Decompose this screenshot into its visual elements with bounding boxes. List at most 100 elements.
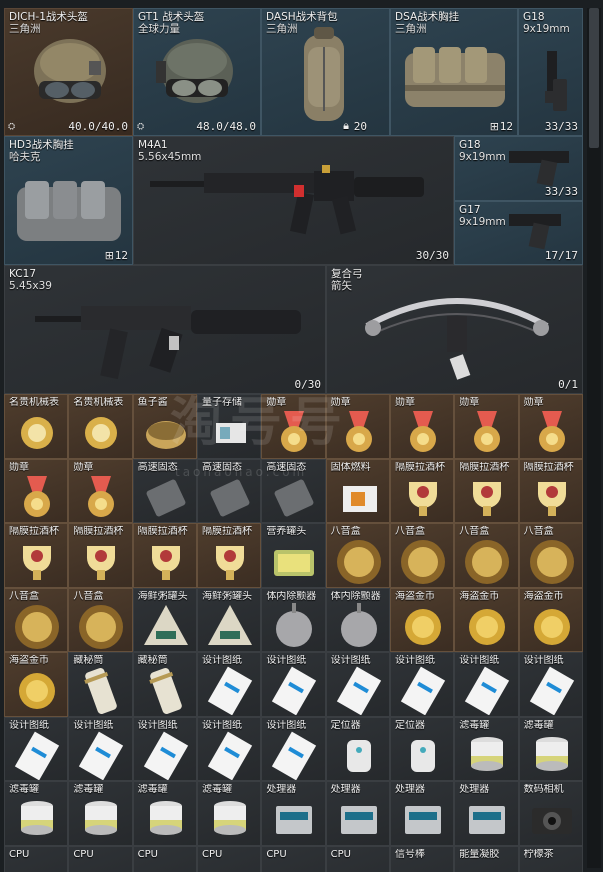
small-item[interactable]: 八音盒 — [4, 587, 69, 652]
small-item[interactable]: 八音盒 — [325, 523, 390, 588]
item-m4a1-rifle[interactable]: M4A1 5.56x45mm 30/30 — [133, 136, 454, 265]
small-item[interactable]: 设计图纸 — [261, 716, 326, 781]
small-item[interactable]: 滤毒罐 — [132, 781, 197, 846]
small-item[interactable]: 信号棒 — [389, 845, 455, 872]
small-item[interactable]: 名贵机械表 — [4, 394, 69, 459]
small-item[interactable]: 勋章 — [518, 394, 583, 459]
small-item[interactable]: 名贵机械表 — [68, 394, 133, 459]
small-item[interactable]: 设计图纸 — [518, 652, 583, 717]
small-item[interactable]: 勋章 — [389, 394, 455, 459]
small-item[interactable]: 能量凝胶 — [454, 845, 519, 872]
small-item[interactable]: 隔膜拉酒杯 — [518, 458, 583, 523]
small-item[interactable]: 隔膜拉酒杯 — [4, 523, 69, 588]
rifle-icon — [150, 165, 424, 235]
small-item[interactable]: CPU — [325, 845, 390, 872]
item-sub: 三角洲 — [266, 23, 298, 35]
small-item[interactable]: 固体燃料 — [325, 458, 390, 523]
small-item[interactable]: 高速固态 — [196, 458, 262, 523]
small-item[interactable]: 八音盒 — [68, 587, 133, 652]
item-durability: 48.0/48.0 — [196, 120, 256, 133]
small-item[interactable]: 体内除颤器 — [325, 587, 390, 652]
small-item[interactable]: 勋章 — [454, 394, 519, 459]
item-kc17-rifle[interactable]: KC17 5.45x39 0/30 — [4, 265, 326, 394]
item-dsa-chestrig[interactable]: DSA战术胸挂 三角洲 12 ⊞ — [390, 8, 518, 136]
grid-icon: ⊞ — [489, 120, 499, 133]
helmet-icon — [34, 39, 106, 103]
lock-icon: 🔒︎ — [343, 119, 349, 132]
small-item[interactable]: 海盗金币 — [454, 587, 519, 652]
small-item[interactable]: CPU — [261, 845, 326, 872]
small-item[interactable]: 高速固态 — [261, 458, 326, 523]
small-item[interactable]: 高速固态 — [132, 458, 197, 523]
small-item[interactable]: 设计图纸 — [325, 652, 390, 717]
small-item[interactable]: 海鲜粥罐头 — [132, 587, 197, 652]
small-item[interactable]: 滤毒罐 — [454, 716, 519, 781]
small-item[interactable]: CPU — [196, 845, 262, 872]
small-item[interactable]: 定位器 — [325, 716, 390, 781]
small-item[interactable]: 八音盒 — [454, 523, 519, 588]
small-item[interactable]: 滤毒罐 — [68, 781, 133, 846]
small-item[interactable]: 设计图纸 — [261, 652, 326, 717]
small-item[interactable]: 体内除颤器 — [261, 587, 326, 652]
small-item[interactable]: 滤毒罐 — [196, 781, 262, 846]
item-sub: 哈夫克 — [9, 151, 41, 163]
small-item[interactable]: 勋章 — [325, 394, 390, 459]
small-item[interactable]: 隔膜拉酒杯 — [389, 458, 455, 523]
item-g17-pistol[interactable]: G17 9x19mm 17/17 — [454, 201, 583, 265]
small-item[interactable]: 设计图纸 — [454, 652, 519, 717]
small-item[interactable]: CPU — [4, 845, 69, 872]
item-ammo: 17/17 — [544, 249, 578, 262]
scrollbar-thumb[interactable] — [589, 8, 599, 148]
small-item[interactable]: 处理器 — [325, 781, 390, 846]
small-item[interactable]: 隔膜拉酒杯 — [454, 458, 519, 523]
pistol-icon — [509, 214, 561, 250]
small-item[interactable]: 隔膜拉酒杯 — [196, 523, 262, 588]
item-gt1-helmet[interactable]: GT1 战术头盔 全球力量 ⛭ 48.0/48.0 — [133, 8, 261, 136]
small-item[interactable]: 设计图纸 — [196, 652, 262, 717]
small-item[interactable]: 设计图纸 — [196, 716, 262, 781]
item-compound-bow[interactable]: 复合弓 箭矢 0/1 — [326, 265, 583, 394]
small-item[interactable]: 滤毒罐 — [4, 781, 69, 846]
pistol-icon — [509, 151, 569, 187]
small-item[interactable]: 海盗金币 — [4, 652, 69, 717]
small-item[interactable]: 勋章 — [4, 458, 69, 523]
small-item[interactable]: 处理器 — [454, 781, 519, 846]
pistol-icon — [545, 51, 567, 111]
item-g18-pistol-b[interactable]: G18 9x19mm 33/33 — [454, 136, 583, 201]
item-capacity: 12 — [499, 120, 513, 133]
small-item[interactable]: 设计图纸 — [4, 716, 69, 781]
small-item[interactable]: 处理器 — [389, 781, 455, 846]
small-item[interactable]: 设计图纸 — [389, 652, 455, 717]
small-item[interactable]: 八音盒 — [518, 523, 583, 588]
small-item[interactable]: 海盗金币 — [389, 587, 455, 652]
small-item[interactable]: 隔膜拉酒杯 — [68, 523, 133, 588]
small-item[interactable]: 数码相机 — [518, 781, 583, 846]
small-item[interactable]: 设计图纸 — [132, 716, 197, 781]
small-item[interactable]: 海盗金币 — [518, 587, 583, 652]
small-item[interactable]: 营养罐头 — [261, 523, 326, 588]
small-item[interactable]: 滤毒罐 — [518, 716, 583, 781]
small-item[interactable]: 藏秘筒 — [132, 652, 197, 717]
small-item[interactable]: 量子存储 — [196, 394, 262, 459]
stash-scrollbar[interactable] — [587, 8, 601, 868]
small-item[interactable]: 柠檬茶 — [518, 845, 583, 872]
item-hd3-chestrig[interactable]: HD3战术胸挂 哈夫克 12 ⊞ — [4, 136, 133, 265]
item-name: KC17 — [9, 268, 37, 280]
item-g18-pistol-a[interactable]: G18 9x19mm 33/33 — [518, 8, 583, 136]
item-dash-backpack[interactable]: DASH战术背包 三角洲 20 🔒︎ — [261, 8, 390, 136]
small-item[interactable]: CPU — [132, 845, 197, 872]
small-item[interactable]: CPU — [68, 845, 133, 872]
stash-grid: DICH-1战术头盔 三角洲 ⛭ 40.0/40.0 GT1 战术头盔 全球力量… — [4, 8, 583, 872]
small-item[interactable]: 处理器 — [261, 781, 326, 846]
small-item[interactable]: 海鲜粥罐头 — [196, 587, 262, 652]
small-item[interactable]: 八音盒 — [389, 523, 455, 588]
small-item[interactable]: 勋章 — [68, 458, 133, 523]
small-item[interactable]: 勋章 — [261, 394, 326, 459]
small-item[interactable]: 藏秘筒 — [68, 652, 133, 717]
small-item[interactable]: 隔膜拉酒杯 — [132, 523, 197, 588]
small-item[interactable]: 鱼子酱 — [132, 394, 197, 459]
item-dich1-helmet[interactable]: DICH-1战术头盔 三角洲 ⛭ 40.0/40.0 — [4, 8, 133, 136]
small-item[interactable]: 定位器 — [389, 716, 455, 781]
item-ammo: 33/33 — [544, 185, 578, 198]
small-item[interactable]: 设计图纸 — [68, 716, 133, 781]
